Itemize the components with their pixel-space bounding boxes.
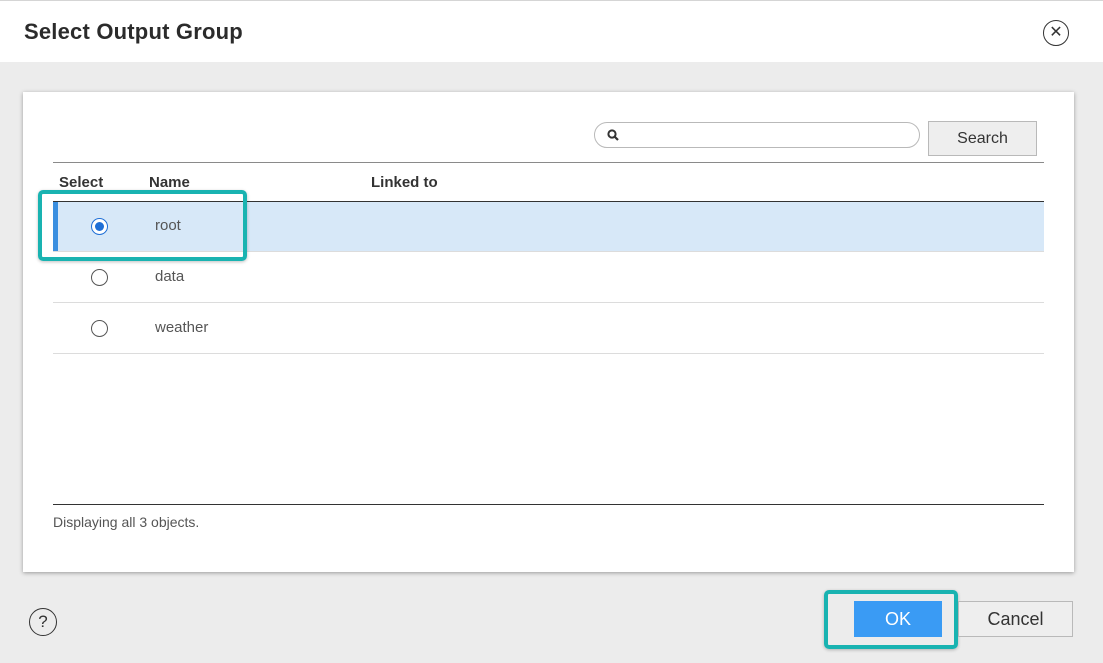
search-field[interactable] <box>594 122 920 148</box>
column-header-linked-to: Linked to <box>371 174 438 191</box>
root-row-highlight <box>38 190 247 261</box>
search-input[interactable] <box>625 125 914 147</box>
dialog-title: Select Output Group <box>24 19 243 44</box>
cancel-button[interactable]: Cancel <box>958 601 1073 637</box>
close-icon[interactable]: ✕ <box>1043 20 1069 46</box>
output-group-panel: Search Select Name Linked to root data w… <box>23 92 1074 572</box>
dialog-titlebar: Select Output Group ✕ <box>0 0 1103 62</box>
table-footer-divider <box>53 504 1044 505</box>
row-name: data <box>155 268 185 285</box>
row-name: weather <box>155 319 209 336</box>
radio-weather[interactable] <box>91 320 108 337</box>
object-count-status: Displaying all 3 objects. <box>53 514 200 530</box>
search-icon <box>607 129 619 141</box>
column-header-select: Select <box>59 174 104 191</box>
table-row-weather[interactable]: weather <box>53 304 1044 354</box>
column-header-name: Name <box>149 174 190 191</box>
search-button[interactable]: Search <box>928 121 1037 156</box>
table-top-divider <box>53 162 1044 163</box>
help-icon[interactable]: ? <box>29 608 57 636</box>
radio-data[interactable] <box>91 269 108 286</box>
ok-button[interactable]: OK <box>854 601 942 637</box>
